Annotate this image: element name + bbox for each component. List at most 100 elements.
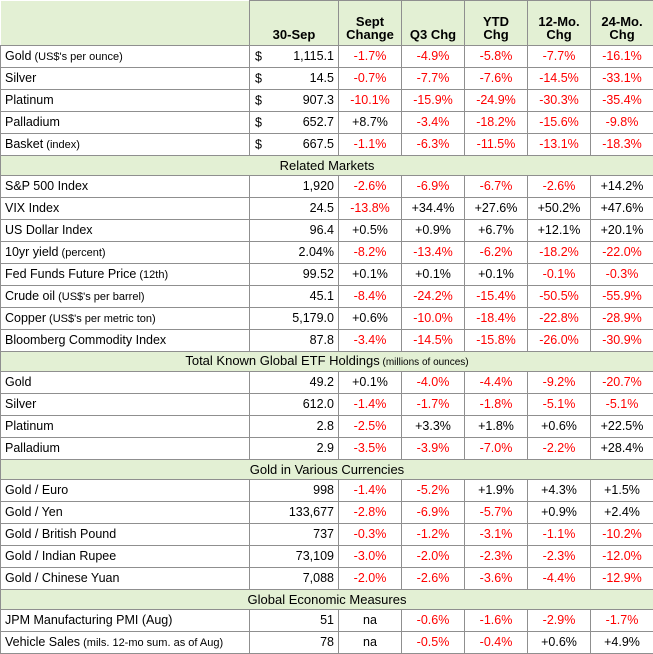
cell-q3-change: -10.0%	[402, 308, 465, 330]
cell-sept-change: +0.6%	[339, 308, 402, 330]
row-label: Fed Funds Future Price (12th)	[1, 264, 250, 286]
section-band-row: Related Markets	[1, 156, 653, 176]
cell-q3-change: -5.2%	[402, 480, 465, 502]
row-label: Gold	[1, 372, 250, 394]
row-label: Copper (US$'s per metric ton)	[1, 308, 250, 330]
row-label-name: Copper	[5, 311, 46, 325]
row-label-qualifier: (mils. 12-mo sum. as of Aug)	[80, 637, 223, 649]
row-label: Gold / Euro	[1, 480, 250, 502]
row-label: Basket (index)	[1, 134, 250, 156]
cell-value-30-sep: 87.8	[250, 330, 339, 352]
row-label: Gold / Indian Rupee	[1, 546, 250, 568]
value-text: 737	[313, 527, 334, 541]
currency-symbol: $	[255, 116, 262, 129]
cell-ytd-change: +1.8%	[465, 416, 528, 438]
cell-q3-change: -0.5%	[402, 632, 465, 654]
value-text: 667.5	[303, 137, 334, 151]
table-row: Gold49.2+0.1%-4.0%-4.4%-9.2%-20.7%	[1, 372, 653, 394]
row-label: Silver	[1, 394, 250, 416]
cell-m24-change: +28.4%	[591, 438, 653, 460]
cell-m24-change: +1.5%	[591, 480, 653, 502]
row-label: Platinum	[1, 90, 250, 112]
cell-m12-change: -14.5%	[528, 68, 591, 90]
table-row: Gold / Indian Rupee73,109-3.0%-2.0%-2.3%…	[1, 546, 653, 568]
cell-q3-change: -7.7%	[402, 68, 465, 90]
cell-q3-change: +0.1%	[402, 264, 465, 286]
cell-m24-change: -10.2%	[591, 524, 653, 546]
cell-m12-change: -0.1%	[528, 264, 591, 286]
cell-q3-change: -24.2%	[402, 286, 465, 308]
row-label-qualifier: (percent)	[59, 247, 106, 259]
cell-ytd-change: -3.6%	[465, 568, 528, 590]
cell-q3-change: +0.9%	[402, 220, 465, 242]
cell-ytd-change: -7.6%	[465, 68, 528, 90]
cell-m24-change: +2.4%	[591, 502, 653, 524]
value-text: 14.5	[310, 71, 334, 85]
cell-m24-change: -18.3%	[591, 134, 653, 156]
column-header-date: 30-Sep	[250, 1, 339, 46]
value-text: 652.7	[303, 115, 334, 129]
value-text: 87.8	[310, 333, 334, 347]
cell-value-30-sep: 73,109	[250, 546, 339, 568]
column-header-blank	[1, 1, 250, 46]
row-label-name: Platinum	[5, 419, 54, 433]
cell-value-30-sep: 2.9	[250, 438, 339, 460]
cell-m12-change: -22.8%	[528, 308, 591, 330]
row-label: 10yr yield (percent)	[1, 242, 250, 264]
cell-q3-change: -6.9%	[402, 176, 465, 198]
cell-q3-change: -6.9%	[402, 502, 465, 524]
table-row: Silver612.0-1.4%-1.7%-1.8%-5.1%-5.1%	[1, 394, 653, 416]
cell-m24-change: -16.1%	[591, 46, 653, 68]
cell-m24-change: -5.1%	[591, 394, 653, 416]
row-label-name: Gold / Yen	[5, 505, 63, 519]
row-label-name: Basket	[5, 137, 43, 151]
cell-sept-change: -2.0%	[339, 568, 402, 590]
cell-m24-change: +22.5%	[591, 416, 653, 438]
cell-sept-change: -1.1%	[339, 134, 402, 156]
value-text: 7,088	[303, 571, 334, 585]
row-label: S&P 500 Index	[1, 176, 250, 198]
cell-m12-change: -7.7%	[528, 46, 591, 68]
table-row: Platinum$907.3-10.1%-15.9%-24.9%-30.3%-3…	[1, 90, 653, 112]
column-header-ytd-chg: YTD Chg	[465, 1, 528, 46]
table-row: Copper (US$'s per metric ton)5,179.0+0.6…	[1, 308, 653, 330]
cell-ytd-change: -2.3%	[465, 546, 528, 568]
cell-value-30-sep: 49.2	[250, 372, 339, 394]
row-label-name: Silver	[5, 71, 36, 85]
table-row: Palladium$652.7+8.7%-3.4%-18.2%-15.6%-9.…	[1, 112, 653, 134]
value-text: 49.2	[310, 375, 334, 389]
column-header-12mo-chg: 12-Mo. Chg	[528, 1, 591, 46]
value-text: 51	[320, 613, 334, 627]
cell-q3-change: -1.7%	[402, 394, 465, 416]
row-label: JPM Manufacturing PMI (Aug)	[1, 610, 250, 632]
row-label-name: Fed Funds Future Price	[5, 267, 136, 281]
value-text: 24.5	[310, 201, 334, 215]
cell-q3-change: +3.3%	[402, 416, 465, 438]
cell-m12-change: -18.2%	[528, 242, 591, 264]
value-text: 96.4	[310, 223, 334, 237]
cell-sept-change: +0.1%	[339, 264, 402, 286]
row-label: Gold / Chinese Yuan	[1, 568, 250, 590]
table-row: Gold (US$'s per ounce)$1,115.1-1.7%-4.9%…	[1, 46, 653, 68]
cell-ytd-change: -3.1%	[465, 524, 528, 546]
cell-ytd-change: -24.9%	[465, 90, 528, 112]
cell-ytd-change: -18.2%	[465, 112, 528, 134]
cell-m12-change: -2.2%	[528, 438, 591, 460]
cell-q3-change: -4.0%	[402, 372, 465, 394]
cell-ytd-change: -18.4%	[465, 308, 528, 330]
cell-m24-change: -35.4%	[591, 90, 653, 112]
row-label-name: Gold	[5, 375, 31, 389]
row-label-name: Vehicle Sales	[5, 635, 80, 649]
section-title-text: Gold in Various Currencies	[250, 462, 404, 477]
cell-m12-change: +50.2%	[528, 198, 591, 220]
row-label: Palladium	[1, 438, 250, 460]
header-row: 30-Sep Sept Change Q3 Chg YTD Chg 12-Mo.…	[1, 1, 653, 46]
column-header-q3-chg: Q3 Chg	[402, 1, 465, 46]
row-label-qualifier: (US$'s per ounce)	[31, 51, 122, 63]
row-label: US Dollar Index	[1, 220, 250, 242]
cell-m24-change: -28.9%	[591, 308, 653, 330]
section-title-text: Total Known Global ETF Holdings	[185, 353, 379, 368]
section-band-row: Global Economic Measures	[1, 590, 653, 610]
cell-sept-change: -10.1%	[339, 90, 402, 112]
cell-m24-change: -22.0%	[591, 242, 653, 264]
